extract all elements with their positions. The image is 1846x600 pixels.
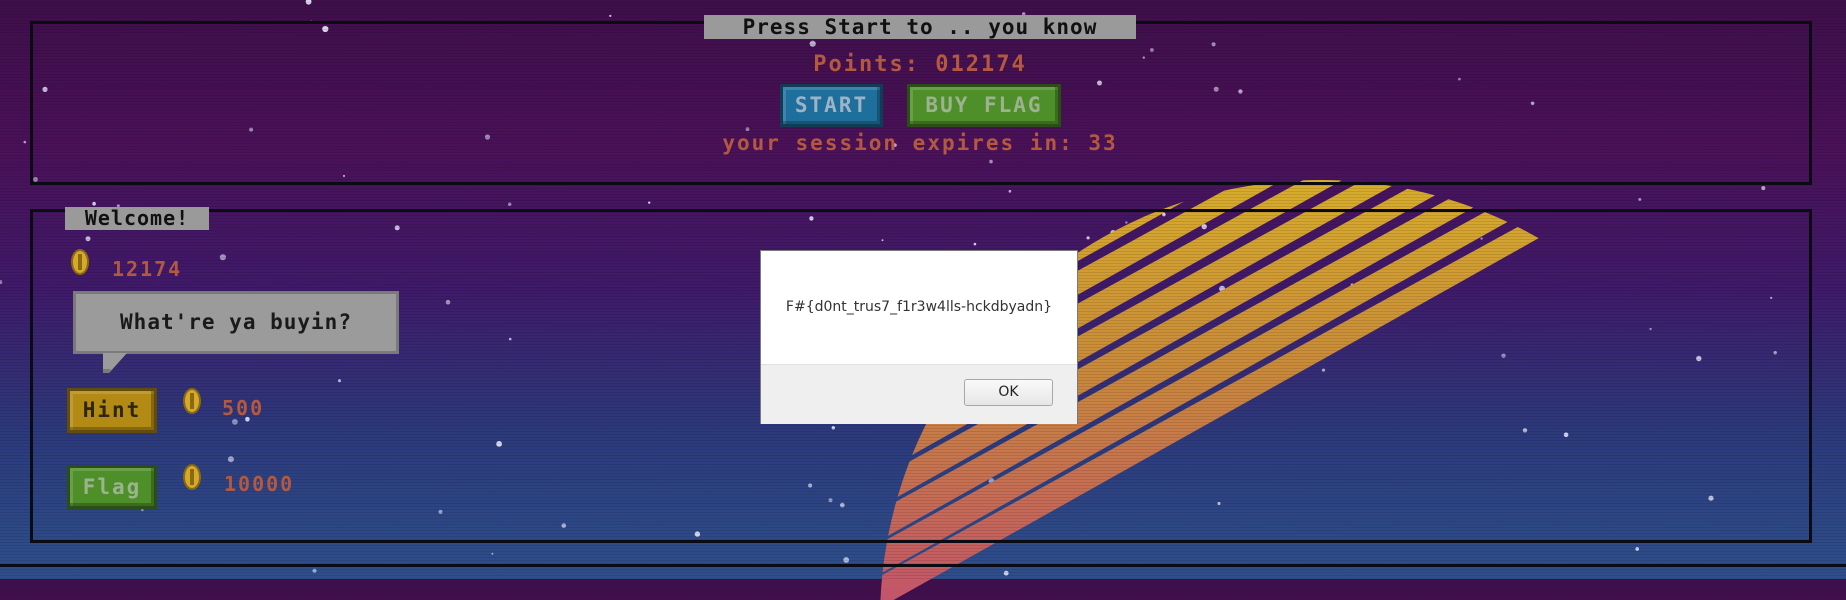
coin-icon [71,249,89,275]
star [0,280,3,285]
coin-icon [183,464,201,490]
star [508,202,512,206]
points-counter: Points: 012174 [813,52,1027,77]
hint-price: 500 [222,396,265,420]
alert-dialog: F#{d0nt_trus7_f1r3w4lls-hckdbyadn} OK [760,250,1078,424]
flag-price: 10000 [224,472,295,496]
game-title: Press Start to .. you know [704,15,1136,39]
start-button[interactable]: START [780,84,883,127]
hint-button[interactable]: Hint [67,388,157,433]
star [92,201,96,206]
ok-button[interactable]: OK [964,379,1053,406]
star [491,552,494,555]
flag-button[interactable]: Flag [67,465,157,509]
speech-bubble-tail [103,353,127,373]
star [609,14,612,17]
alert-message: F#{d0nt_trus7_f1r3w4lls-hckdbyadn} [785,299,1053,315]
welcome-title: Welcome! [65,207,209,230]
star [305,0,312,5]
star [23,140,27,144]
bottom-divider [0,564,1846,567]
coin-balance: 12174 [112,257,183,281]
speech-bubble: What're ya buyin? [73,291,399,354]
coin-icon [183,388,201,414]
star [312,568,317,573]
alert-footer: OK [761,364,1077,424]
star [648,201,651,204]
session-timer: your session expires in: 33 [722,131,1118,155]
buy-flag-button[interactable]: BUY FLAG [907,84,1061,127]
